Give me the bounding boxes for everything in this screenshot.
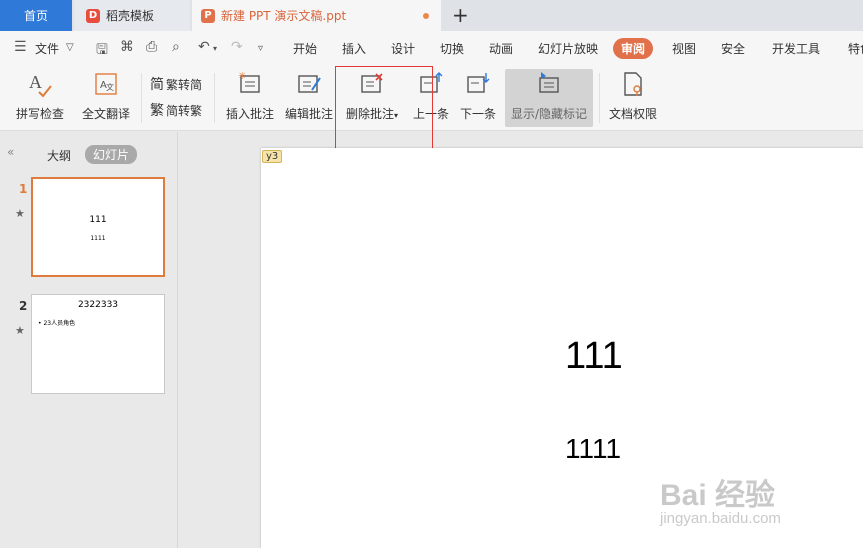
tab-home[interactable]: 首页 bbox=[0, 0, 72, 31]
unsaved-dot-icon bbox=[423, 13, 429, 19]
slide-thumbnail-1[interactable]: 111 1111 bbox=[31, 177, 165, 277]
edit-comment-button[interactable]: 编辑批注 bbox=[283, 69, 335, 127]
new-tab-plus-icon[interactable]: + bbox=[452, 4, 469, 26]
print-icon[interactable]: ⎙ bbox=[146, 39, 157, 55]
slide-subtitle[interactable]: 1111 bbox=[565, 433, 621, 465]
thumbnail-bullet: • 23人员角色 bbox=[38, 320, 76, 327]
ribbon-separator bbox=[599, 73, 600, 123]
chevron-down-icon[interactable]: ▽ bbox=[66, 42, 74, 53]
next-comment-button[interactable]: 下一条 bbox=[458, 69, 498, 127]
svg-text:文: 文 bbox=[106, 82, 114, 92]
hamburger-menu-icon[interactable]: ☰ bbox=[14, 39, 27, 55]
ppt-file-icon: P bbox=[201, 8, 215, 23]
slide-number: 1 bbox=[19, 182, 28, 196]
menu-security[interactable]: 安全 bbox=[721, 40, 745, 57]
spell-check-button[interactable]: A 拼写检查 bbox=[8, 69, 72, 127]
format-painter-icon[interactable]: ⌘ bbox=[120, 39, 134, 55]
animation-star-icon: ★ bbox=[15, 324, 25, 337]
menu-developer[interactable]: 开发工具 bbox=[772, 40, 820, 57]
tab-bar: 首页 D 稻壳模板 P 新建 PPT 演示文稿.ppt + bbox=[0, 0, 863, 31]
collapse-panel-icon[interactable]: « bbox=[7, 145, 14, 159]
full-translate-button[interactable]: A文 全文翻译 bbox=[78, 69, 134, 127]
comment-marker[interactable]: y3 bbox=[262, 150, 283, 163]
edit-comment-icon bbox=[296, 69, 322, 99]
tab-document[interactable]: P 新建 PPT 演示文稿.ppt bbox=[192, 0, 441, 31]
trad-to-simp-button[interactable]: 简 繁转简 bbox=[150, 74, 202, 94]
ribbon-separator bbox=[214, 73, 215, 123]
animation-star-icon: ★ bbox=[15, 207, 25, 220]
slide-number: 2 bbox=[19, 299, 28, 313]
thumbnail-subtitle: 1111 bbox=[90, 235, 106, 242]
simp-to-trad-button[interactable]: 繁 简转繁 bbox=[150, 100, 202, 120]
menu-view[interactable]: 视图 bbox=[672, 40, 696, 57]
quick-access-dropdown-icon[interactable]: ▿ bbox=[258, 43, 263, 54]
undo-icon[interactable]: ↶ bbox=[198, 39, 210, 55]
svg-text:A: A bbox=[29, 72, 42, 92]
svg-text:✳: ✳ bbox=[238, 71, 246, 82]
menu-start[interactable]: 开始 bbox=[293, 40, 317, 57]
tab-daoke-template[interactable]: D 稻壳模板 bbox=[74, 0, 190, 31]
spell-check-icon: A bbox=[27, 69, 53, 99]
menu-transition[interactable]: 切换 bbox=[440, 40, 464, 57]
menu-review[interactable]: 审阅 bbox=[613, 38, 654, 59]
slide-title[interactable]: 111 bbox=[565, 335, 623, 378]
daoke-logo-icon: D bbox=[86, 8, 100, 23]
ribbon-separator bbox=[141, 73, 142, 123]
simplified-char-icon: 简 bbox=[150, 77, 164, 93]
insert-comment-icon: ✳ bbox=[237, 69, 263, 99]
save-icon[interactable]: 🖫 bbox=[96, 39, 108, 63]
document-permission-button[interactable]: 文档权限 bbox=[607, 69, 659, 127]
slide-thumbnail-2[interactable]: 2322333 • 23人员角色 bbox=[31, 294, 165, 394]
watermark-url: jingyan.baidu.com bbox=[660, 510, 781, 527]
thumbnail-title: 2322333 bbox=[77, 300, 119, 310]
menu-special[interactable]: 特色 bbox=[848, 40, 863, 57]
menu-slideshow[interactable]: 幻灯片放映 bbox=[538, 40, 598, 57]
redo-icon: ↷ bbox=[231, 39, 243, 55]
slides-panel: « 大纲 幻灯片 1 ★ 111 1111 2 ★ 2322333 • 23人员… bbox=[0, 132, 178, 548]
menu-bar: ☰ 文件 ▽ 🖫 ⌘ ⎙ ⌕ ↶ ▾ ↷ ▿ 开始 插入 设计 切换 动画 幻灯… bbox=[0, 31, 863, 67]
tab-slides[interactable]: 幻灯片 bbox=[85, 145, 138, 164]
thumbnail-title: 111 bbox=[89, 215, 107, 225]
menu-insert[interactable]: 插入 bbox=[342, 40, 366, 57]
baidu-watermark: Bai 经验 bbox=[660, 479, 776, 512]
undo-dropdown-icon[interactable]: ▾ bbox=[213, 44, 217, 53]
menu-design[interactable]: 设计 bbox=[391, 40, 415, 57]
print-preview-icon[interactable]: ⌕ bbox=[172, 39, 180, 55]
traditional-char-icon: 繁 bbox=[150, 103, 164, 119]
tab-outline[interactable]: 大纲 bbox=[47, 147, 71, 164]
next-comment-icon bbox=[465, 69, 491, 99]
show-hide-marks-icon bbox=[536, 69, 562, 99]
insert-comment-button[interactable]: ✳ 插入批注 bbox=[224, 69, 276, 127]
document-lock-icon bbox=[620, 69, 646, 99]
menu-file[interactable]: 文件 bbox=[35, 40, 59, 57]
show-hide-marks-button[interactable]: 显示/隐藏标记 bbox=[505, 69, 593, 127]
menu-animation[interactable]: 动画 bbox=[489, 40, 513, 57]
translate-icon: A文 bbox=[93, 69, 119, 99]
